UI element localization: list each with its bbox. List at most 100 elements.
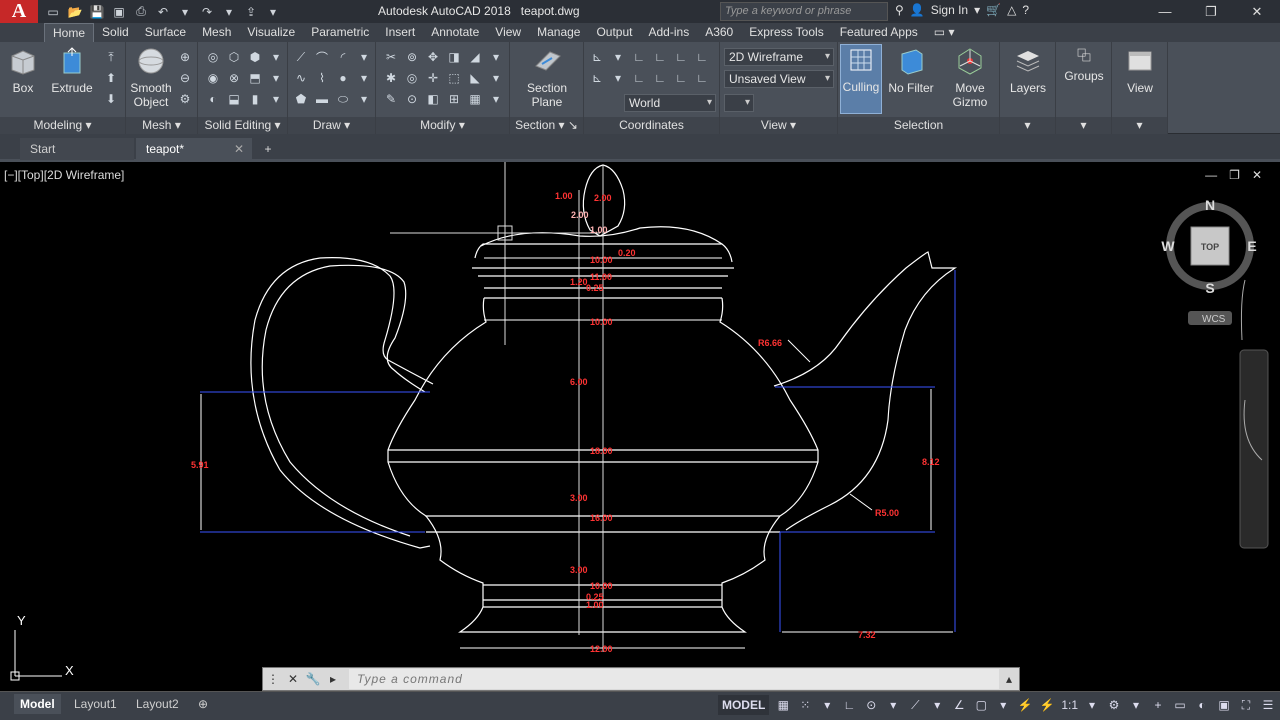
separate-icon[interactable]: ▮	[246, 90, 264, 108]
ellipse-icon[interactable]: ⬭	[334, 90, 352, 108]
layout1-tab[interactable]: Layout1	[68, 694, 123, 714]
navigation-bar[interactable]	[1239, 279, 1269, 549]
minimize-icon[interactable]: —	[1142, 0, 1188, 23]
object-snap-icon[interactable]: ▢	[973, 695, 989, 715]
array-dropdown-icon[interactable]: ▾	[487, 90, 505, 108]
binoculars-icon[interactable]: ⚲	[895, 3, 904, 17]
close-tab-icon[interactable]: ✕	[234, 138, 244, 160]
signin-button[interactable]: Sign In	[931, 3, 968, 17]
polyline-icon[interactable]: ⌒	[313, 48, 331, 66]
subtract-icon[interactable]: ◉	[204, 69, 222, 87]
teapot-tab[interactable]: teapot* ✕	[136, 138, 252, 160]
ucs-y-icon[interactable]: ∟	[651, 48, 669, 66]
interfere-icon[interactable]: ⊗	[225, 69, 243, 87]
exchange-icon[interactable]: △	[1007, 3, 1016, 17]
visual-style-dropdown[interactable]: 2D Wireframe	[724, 48, 834, 66]
erase-icon[interactable]: ✎	[382, 90, 400, 108]
solid-editing-panel-title[interactable]: Solid Editing ▾	[198, 117, 287, 134]
teapot-drawing[interactable]: 1.00 2.00 2.00 1.00 0.20 10.00 11.00 1.2…	[0, 162, 1280, 690]
ucs-z-icon[interactable]: ∟	[672, 48, 690, 66]
viewport-minimize-icon[interactable]: —	[1205, 168, 1217, 182]
new-tab-button[interactable]: +	[258, 138, 278, 160]
ucs-world-dropdown-icon[interactable]: ▾	[609, 69, 627, 87]
fillet-edge-icon[interactable]: ▾	[267, 90, 285, 108]
isolate-objects-icon[interactable]: ◐	[1194, 695, 1210, 715]
mirror-icon[interactable]: ◧	[424, 90, 442, 108]
arc-dropdown-icon[interactable]: ▾	[355, 48, 373, 66]
model-tab[interactable]: Model	[14, 694, 61, 714]
ucs-dropdown-icon[interactable]: ▾	[609, 48, 627, 66]
save-icon[interactable]: 💾	[88, 4, 106, 20]
ucs-3point-icon[interactable]: ∟	[693, 69, 711, 87]
shell-icon[interactable]: ⬓	[225, 90, 243, 108]
section-panel-title[interactable]: Section ▾ ↘	[510, 117, 583, 134]
culling-button[interactable]: Culling	[840, 44, 882, 114]
viewport-restore-icon[interactable]: ❐	[1229, 168, 1240, 182]
ribbon-tab-home[interactable]: Home	[44, 23, 95, 42]
presspull-icon[interactable]: ⤒	[102, 48, 120, 66]
scale-icon[interactable]: ⬚	[445, 69, 463, 87]
spline-icon[interactable]: ∿	[292, 69, 310, 87]
arc-icon[interactable]: ◜	[334, 48, 352, 66]
snap-dropdown-icon[interactable]: ▾	[819, 695, 835, 715]
ribbon-tab-mesh[interactable]: Mesh	[194, 23, 239, 42]
start-tab[interactable]: Start	[20, 138, 134, 160]
offset-icon[interactable]: ⊚	[403, 48, 421, 66]
snap-icon[interactable]: ⁙	[797, 695, 813, 715]
annotation-visibility-icon[interactable]: ⚡	[1017, 695, 1033, 715]
application-menu-button[interactable]: A	[0, 0, 38, 23]
close-icon[interactable]: ✕	[1234, 0, 1280, 23]
clean-screen-icon[interactable]: ⛶	[1238, 695, 1254, 715]
undo-dropdown-icon[interactable]: ▾	[176, 4, 194, 20]
search-input[interactable]: Type a keyword or phrase	[720, 2, 888, 21]
object-snap-dropdown-icon[interactable]: ▾	[995, 695, 1011, 715]
view-tools-expand[interactable]: ▾	[1112, 117, 1167, 134]
redo-dropdown-icon[interactable]: ▾	[220, 4, 238, 20]
move-gizmo-button[interactable]: Move Gizmo	[946, 46, 994, 109]
ribbon-tab-visualize[interactable]: Visualize	[239, 23, 303, 42]
drawing-viewport[interactable]: 1.00 2.00 2.00 1.00 0.20 10.00 11.00 1.2…	[0, 162, 1280, 690]
move-icon[interactable]: ✥	[424, 48, 442, 66]
extrude-button[interactable]: Extrude	[50, 46, 94, 95]
layout2-tab[interactable]: Layout2	[130, 694, 185, 714]
object-snap-tracking-icon[interactable]: ∠	[951, 695, 967, 715]
grid-icon[interactable]: ▦	[775, 695, 791, 715]
polar-icon[interactable]: ⊙	[863, 695, 879, 715]
ucs-world-dropdown[interactable]: World	[624, 94, 716, 112]
ribbon-tab-annotate[interactable]: Annotate	[423, 23, 487, 42]
view-panel-title[interactable]: View ▾	[720, 117, 837, 134]
annotation-scale-dropdown-icon[interactable]: ▾	[1084, 695, 1100, 715]
ribbon-tab-solid[interactable]: Solid	[94, 23, 137, 42]
extrude-faces-icon[interactable]: ⬒	[246, 69, 264, 87]
share-icon[interactable]: ⇪	[242, 4, 260, 20]
ribbon-tab-view[interactable]: View	[487, 23, 529, 42]
refine-mesh-icon[interactable]: ⚙	[176, 90, 194, 108]
annotation-scale-label[interactable]: 1:1	[1061, 695, 1078, 715]
mesh-smooth-less-icon[interactable]: ⊖	[176, 69, 194, 87]
thicken-icon[interactable]: ▾	[267, 48, 285, 66]
add-layout-button[interactable]: ⊕	[192, 694, 214, 714]
ucs-x-icon[interactable]: ∟	[630, 48, 648, 66]
polygon-icon[interactable]: ⬟	[292, 90, 310, 108]
cart-icon[interactable]: 🛒	[986, 3, 1001, 17]
undo-icon[interactable]: ↶	[154, 4, 172, 20]
compass-w[interactable]: W	[1161, 238, 1175, 254]
ortho-icon[interactable]: ∟	[841, 695, 857, 715]
customize-icon[interactable]: 🔧	[303, 668, 323, 690]
ellipse-dropdown-icon[interactable]: ▾	[355, 90, 373, 108]
polyline2-icon[interactable]: ⌇	[313, 69, 331, 87]
ucs-origin-icon[interactable]: ∟	[693, 48, 711, 66]
ucs-icon[interactable]: ⊾	[588, 48, 606, 66]
circle-dropdown-icon[interactable]: ▾	[355, 69, 373, 87]
isodraft-dropdown-icon[interactable]: ▾	[929, 695, 945, 715]
copy-icon[interactable]: ⊙	[403, 90, 421, 108]
workspace-gear-icon[interactable]: ⚙	[1106, 695, 1122, 715]
layers-expand[interactable]: ▾	[1000, 117, 1055, 134]
align-icon[interactable]: ⊞	[445, 90, 463, 108]
box-button[interactable]: Box	[6, 46, 40, 95]
named-view-dropdown[interactable]: Unsaved View	[724, 70, 834, 88]
line-icon[interactable]: ⟋	[292, 48, 310, 66]
chamfer-dropdown-icon[interactable]: ▾	[487, 69, 505, 87]
ribbon-tab-parametric[interactable]: Parametric	[303, 23, 377, 42]
open-file-icon[interactable]: 📂	[66, 4, 84, 20]
